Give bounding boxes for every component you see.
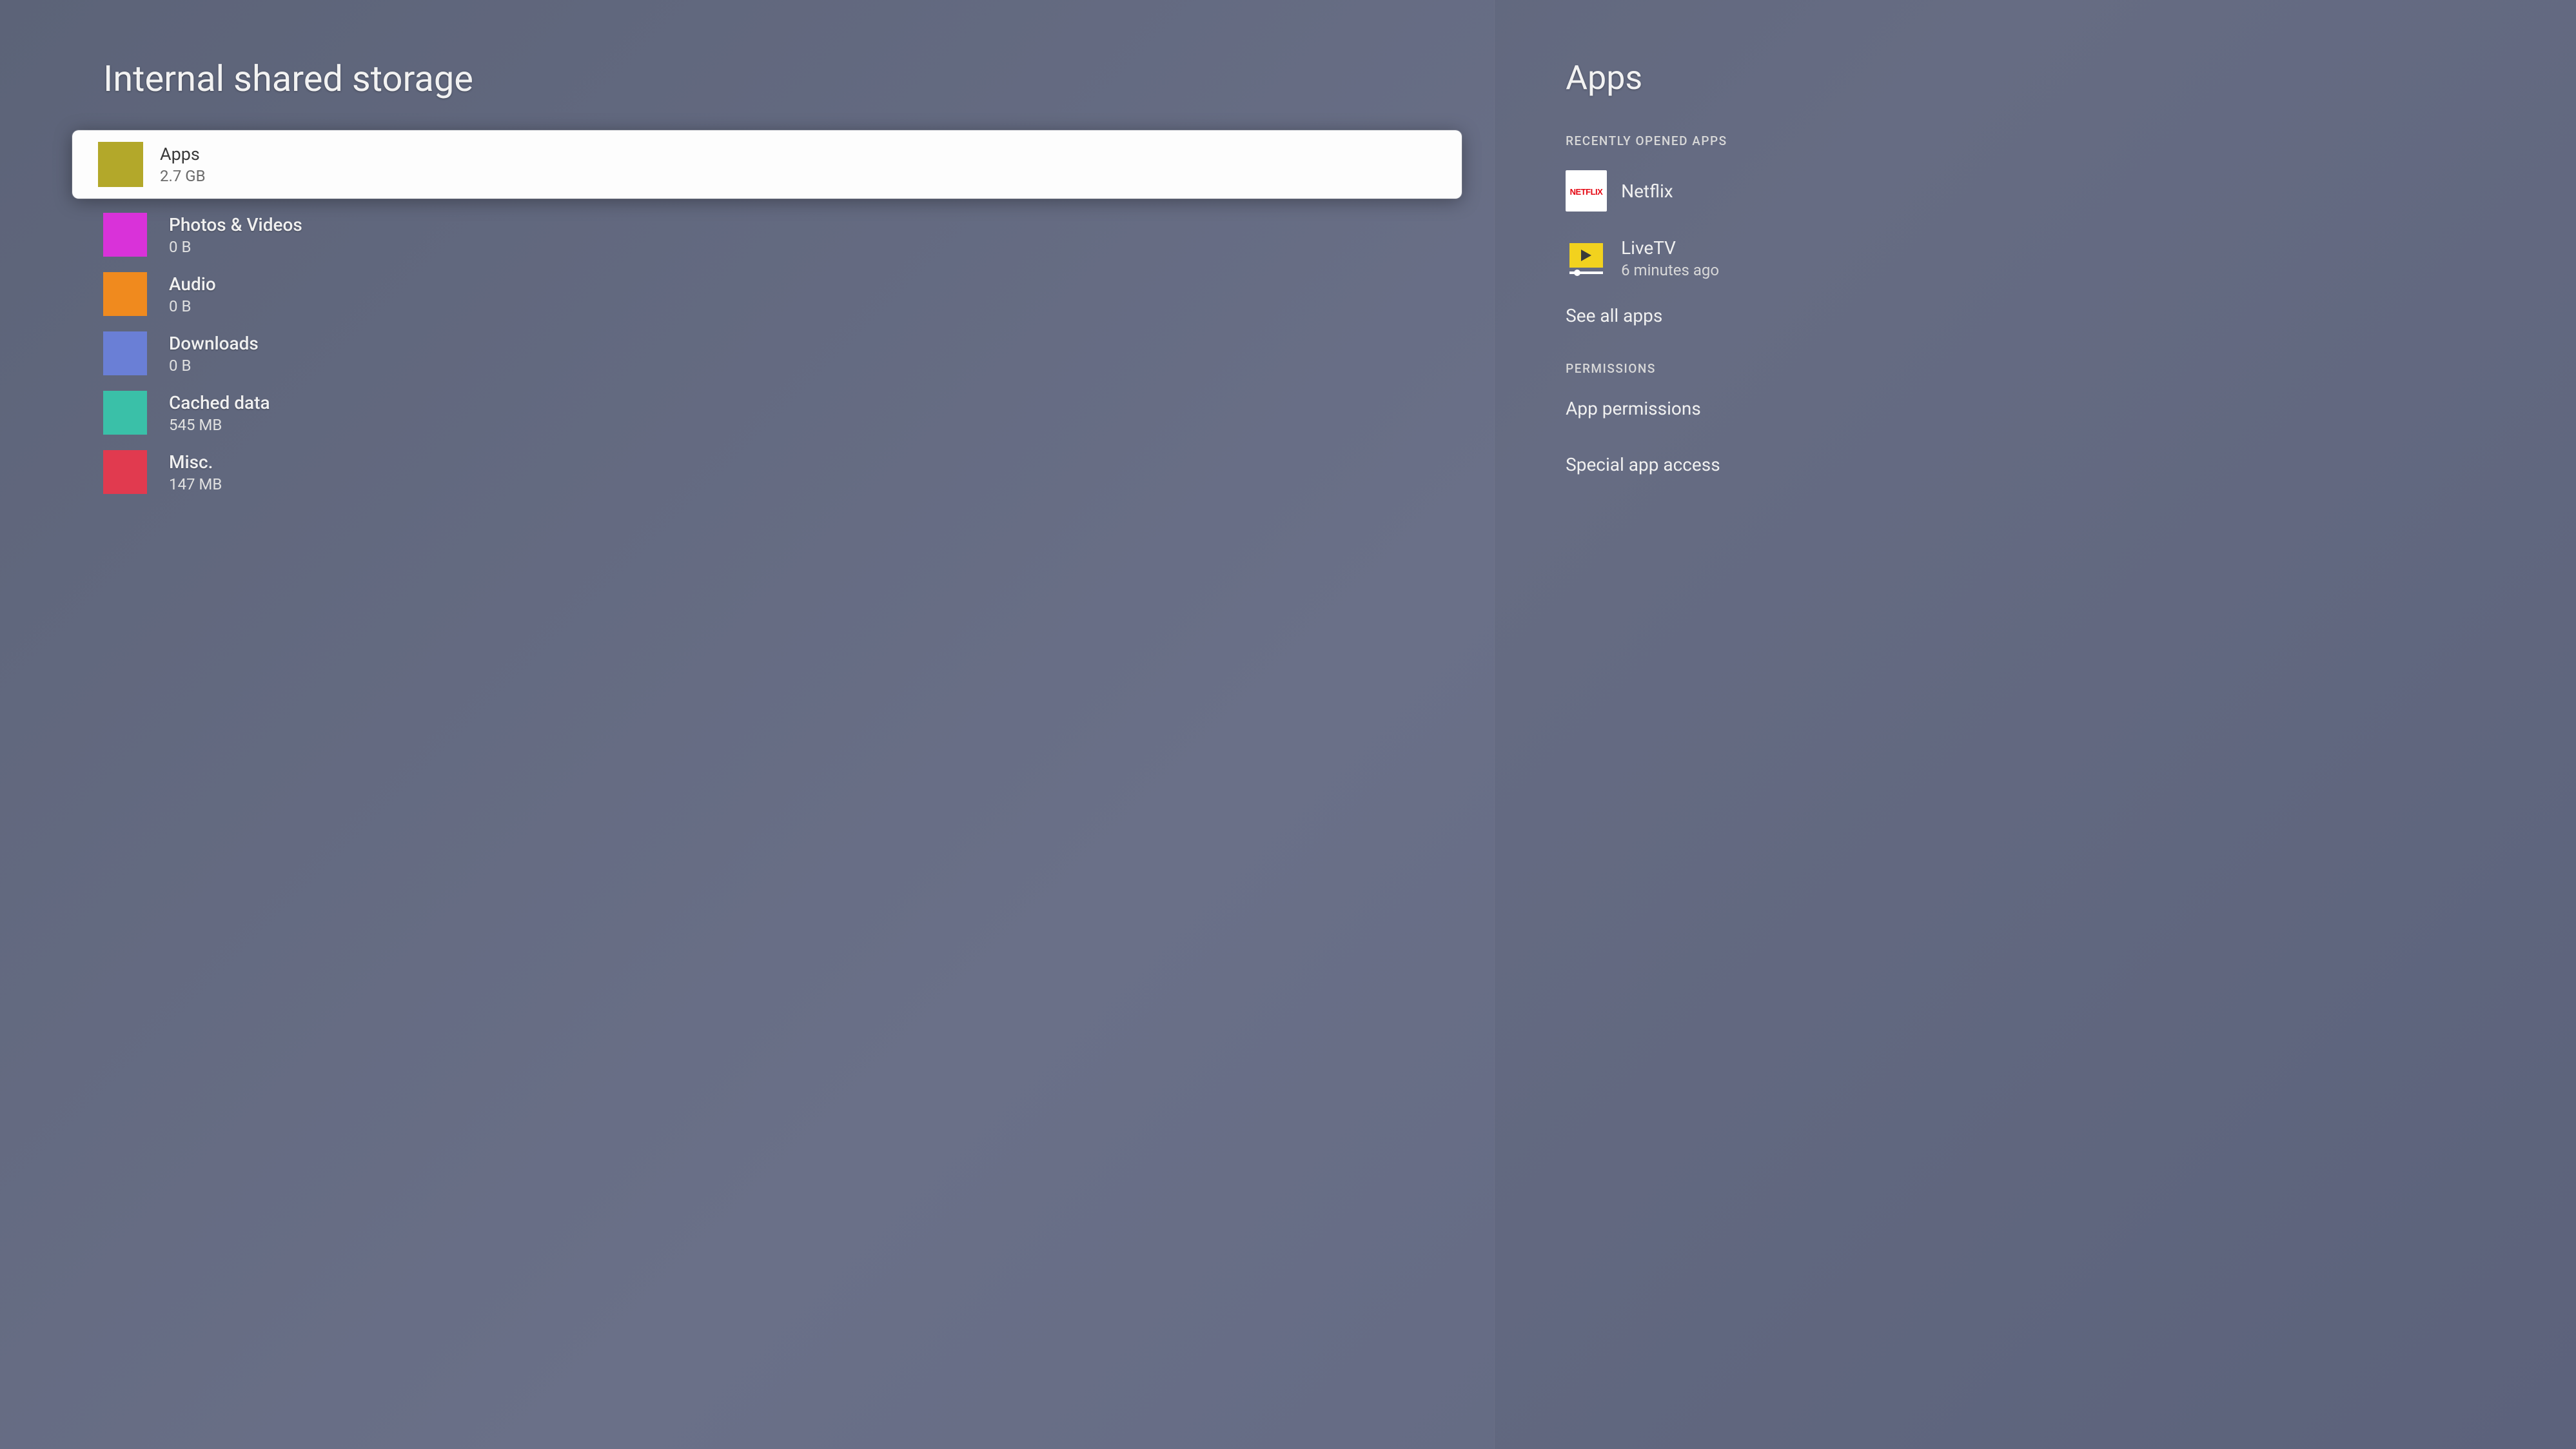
apps-title: Apps: [1566, 58, 2550, 97]
recently-opened-header: Recently opened apps: [1566, 133, 2550, 148]
app-name: LiveTV: [1621, 237, 1719, 259]
storage-label: Downloads: [169, 333, 259, 354]
recent-app-livetv[interactable]: LiveTV 6 minutes ago: [1566, 237, 2550, 279]
svg-text:NETFLIX: NETFLIX: [1570, 187, 1603, 197]
page-title: Internal shared storage: [103, 58, 1468, 99]
livetv-icon: [1566, 238, 1607, 279]
storage-label: Audio: [169, 273, 216, 295]
storage-list: Apps 2.7 GB Photos & Videos 0 B Audio 0 …: [103, 130, 1468, 495]
app-name: Netflix: [1621, 181, 1673, 202]
netflix-icon: NETFLIX: [1566, 170, 1607, 212]
color-swatch-misc: [103, 450, 147, 494]
storage-label: Photos & Videos: [169, 214, 302, 235]
storage-value: 147 MB: [169, 475, 222, 493]
special-app-access-link[interactable]: Special app access: [1566, 454, 2550, 475]
storage-panel: Internal shared storage Apps 2.7 GB Phot…: [0, 0, 1494, 1449]
storage-value: 2.7 GB: [160, 167, 206, 185]
storage-value: 0 B: [169, 238, 302, 256]
storage-label: Cached data: [169, 392, 270, 413]
storage-item-misc[interactable]: Misc. 147 MB: [103, 449, 1468, 495]
color-swatch-audio: [103, 272, 147, 316]
storage-value: 0 B: [169, 297, 216, 315]
see-all-apps-link[interactable]: See all apps: [1566, 305, 2550, 326]
storage-label: Apps: [160, 144, 206, 164]
storage-item-cached-data[interactable]: Cached data 545 MB: [103, 389, 1468, 436]
storage-value: 545 MB: [169, 416, 270, 434]
storage-value: 0 B: [169, 357, 259, 375]
storage-item-apps[interactable]: Apps 2.7 GB: [72, 130, 1462, 199]
app-subtitle: 6 minutes ago: [1621, 261, 1719, 279]
storage-item-audio[interactable]: Audio 0 B: [103, 271, 1468, 317]
storage-item-downloads[interactable]: Downloads 0 B: [103, 330, 1468, 377]
color-swatch-photos: [103, 213, 147, 257]
storage-label: Misc.: [169, 451, 222, 473]
app-permissions-link[interactable]: App permissions: [1566, 398, 2550, 419]
color-swatch-apps: [98, 142, 143, 187]
recent-app-netflix[interactable]: NETFLIX Netflix: [1566, 170, 2550, 212]
color-swatch-downloads: [103, 331, 147, 375]
apps-panel: Apps Recently opened apps NETFLIX Netfli…: [1494, 0, 2576, 1449]
permissions-header: Permissions: [1566, 361, 2550, 376]
storage-item-photos-videos[interactable]: Photos & Videos 0 B: [103, 212, 1468, 258]
color-swatch-cached: [103, 391, 147, 435]
